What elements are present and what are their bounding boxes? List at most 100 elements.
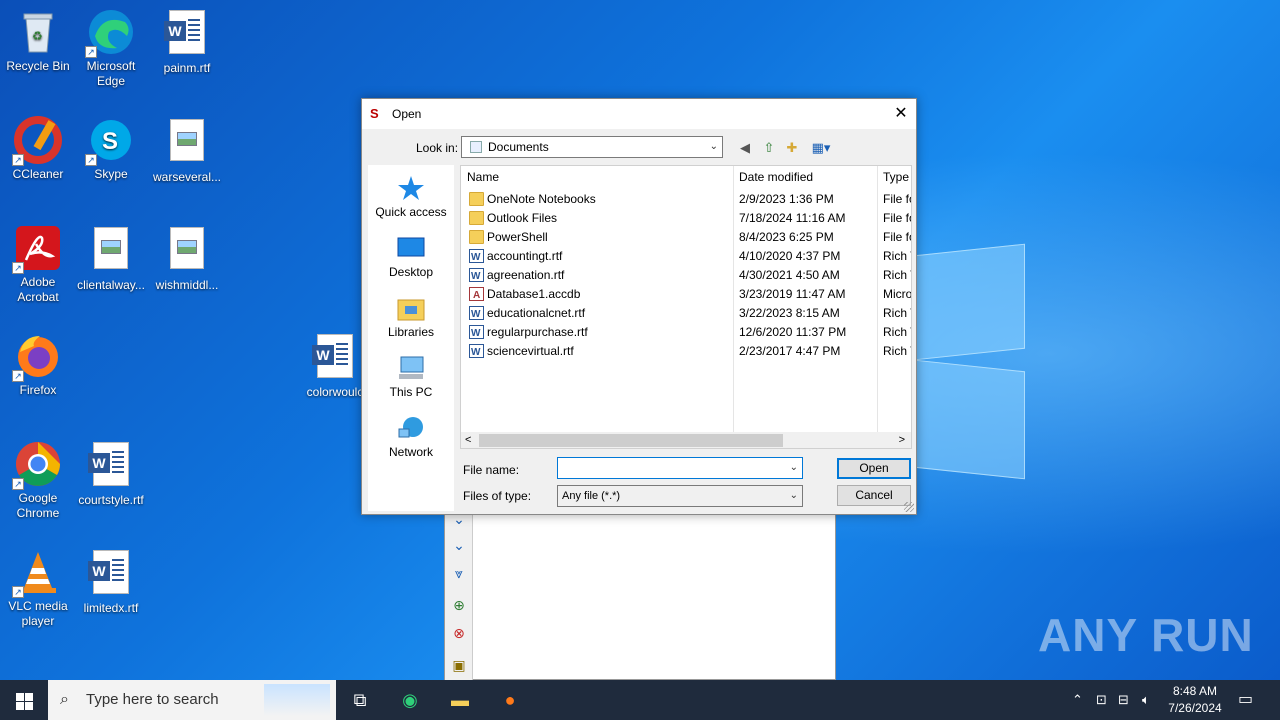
file-row[interactable]: agreenation.rtf 4/30/2021 4:50 AM Rich T xyxy=(461,266,911,286)
icon-label: CCleaner xyxy=(12,167,64,181)
place-libraries[interactable]: Libraries xyxy=(368,295,454,339)
recycle-bin-icon: ♻ xyxy=(14,8,62,56)
cancel-button[interactable]: Cancel xyxy=(837,485,911,506)
file-row[interactable]: educationalcnet.rtf 3/22/2023 8:15 AM Rich… xyxy=(461,304,911,324)
place-quick-access[interactable]: Quick access xyxy=(368,175,454,219)
desktop-icon-skype[interactable]: S ↗ Skype xyxy=(73,116,149,182)
chevron-down-icon: ⌄ xyxy=(709,141,718,152)
column-header-type[interactable]: Type xyxy=(877,166,911,188)
icon-label: courtstyle.rtf xyxy=(78,493,144,507)
sort-arrow-icon: ^ xyxy=(595,165,600,171)
file-type-dropdown[interactable]: Any file (*.*) ⌄ xyxy=(557,485,803,507)
scroll-right-icon[interactable]: > xyxy=(899,432,905,448)
start-button[interactable] xyxy=(0,680,48,720)
desktop-icon-clientalway[interactable]: clientalway... xyxy=(73,224,149,293)
up-folder-icon[interactable]: ⇧ xyxy=(759,139,779,157)
file-explorer-icon[interactable]: ▬ xyxy=(436,680,484,720)
desktop-icon-edge[interactable]: ↗ Microsoft Edge xyxy=(73,8,149,89)
file-type: Rich T xyxy=(883,268,911,282)
file-name-input[interactable]: ⌄ xyxy=(557,457,803,479)
windows-icon xyxy=(16,693,24,701)
view-menu-icon[interactable]: ▦▾ xyxy=(807,139,835,157)
volume-icon[interactable]: 🔈︎ xyxy=(1142,680,1150,720)
save-icon[interactable]: ▣ xyxy=(451,657,467,673)
file-date: 8/4/2023 6:25 PM xyxy=(739,230,834,244)
place-label: Quick access xyxy=(375,205,447,219)
clock-time: 8:48 AM xyxy=(1172,684,1218,698)
desktop-icon-firefox[interactable]: ↗ Firefox xyxy=(0,332,76,398)
chrome-icon: ↗ xyxy=(12,440,62,490)
place-network[interactable]: Network xyxy=(368,415,454,459)
desktop-icon-ccleaner[interactable]: ↗ CCleaner xyxy=(0,116,76,182)
icon-label: Microsoft Edge xyxy=(86,59,136,88)
edge-icon: ↗ xyxy=(85,8,135,58)
meet-now-icon[interactable]: ⊡ xyxy=(1096,680,1107,720)
task-view-icon[interactable]: ⧉ xyxy=(336,680,384,720)
double-chevron-down-icon[interactable]: ⩔ xyxy=(451,565,467,581)
place-this-pc[interactable]: This PC xyxy=(368,355,454,399)
file-date: 2/9/2023 1:36 PM xyxy=(739,192,834,206)
acrobat-icon: ↗ xyxy=(12,224,62,274)
add-file-icon[interactable]: ⊕ xyxy=(451,597,467,613)
look-in-dropdown[interactable]: Documents ⌄ xyxy=(461,136,723,158)
file-type: File fo xyxy=(883,211,911,225)
file-name: agreenation.rtf xyxy=(487,268,565,282)
chevron-down-icon: ⌄ xyxy=(789,490,798,501)
file-type: Rich T xyxy=(883,325,911,339)
file-type: Micro xyxy=(883,287,912,301)
resize-grip[interactable] xyxy=(904,502,914,512)
desktop-icon-recycle-bin[interactable]: ♻ Recycle Bin xyxy=(0,8,76,74)
place-desktop[interactable]: Desktop xyxy=(368,235,454,279)
taskbar-clock[interactable]: 8:48 AM 7/26/2024 xyxy=(1160,683,1230,717)
show-hidden-icons-icon[interactable]: ⌃ xyxy=(1072,680,1083,720)
delete-file-icon[interactable]: ⊗ xyxy=(451,625,467,641)
network-tray-icon[interactable]: ⊟ xyxy=(1118,680,1129,720)
scrollbar-thumb[interactable] xyxy=(479,434,783,447)
edge-taskbar-icon[interactable]: ◉ xyxy=(386,680,434,720)
file-name: accountingt.rtf xyxy=(487,249,563,263)
file-row[interactable]: Database1.accdb 3/23/2019 11:47 AM Micro xyxy=(461,285,912,305)
file-row[interactable]: Outlook Files 7/18/2024 11:16 AM File fo xyxy=(461,209,911,228)
file-row[interactable]: PowerShell 8/4/2023 6:25 PM File fo xyxy=(461,228,911,247)
scroll-left-icon[interactable]: < xyxy=(465,432,471,448)
file-date: 4/10/2020 4:37 PM xyxy=(739,249,841,263)
close-button[interactable]: ✕ xyxy=(886,99,916,129)
dialog-titlebar: S Open ✕ xyxy=(362,99,916,129)
column-header-date[interactable]: Date modified xyxy=(733,166,877,188)
desktop-icon-courtstyle[interactable]: W courtstyle.rtf xyxy=(73,440,149,508)
file-row[interactable]: sciencevirtual.rtf 2/23/2017 4:47 PM Rich … xyxy=(461,342,911,362)
horizontal-scrollbar[interactable]: < > xyxy=(461,432,911,448)
file-row[interactable]: OneNote Notebooks 2/9/2023 1:36 PM File fo xyxy=(461,190,911,209)
desktop-icon-chrome[interactable]: ↗ Google Chrome xyxy=(0,440,76,521)
desktop-icon-wishmiddl[interactable]: wishmiddl... xyxy=(149,224,225,293)
file-row[interactable]: regularpurchase.rtf 12/6/2020 11:37 PM Ric… xyxy=(461,323,911,343)
desktop-icon-vlc[interactable]: ↗ VLC media player xyxy=(0,548,76,629)
clock-date: 7/26/2024 xyxy=(1168,701,1222,715)
firefox-taskbar-icon[interactable]: ● xyxy=(486,680,534,720)
new-folder-icon[interactable]: ✚ xyxy=(782,139,802,157)
icon-label: painm.rtf xyxy=(163,61,211,75)
file-date: 3/23/2019 11:47 AM xyxy=(739,287,846,301)
chevron-down-icon[interactable]: ⌄ xyxy=(451,537,467,553)
desktop-icon-painm[interactable]: W painm.rtf xyxy=(149,8,225,76)
icon-label: clientalway... xyxy=(77,278,145,292)
desktop-icon-acrobat[interactable]: ↗ Adobe Acrobat xyxy=(0,224,76,305)
skype-icon: S ↗ xyxy=(85,116,135,166)
file-type-label: Files of type: xyxy=(463,489,532,503)
folder-icon xyxy=(469,192,484,206)
open-button[interactable]: Open xyxy=(837,458,911,479)
back-icon[interactable]: ◀ xyxy=(735,139,755,157)
icon-label: Recycle Bin xyxy=(6,59,70,73)
taskbar-search-box[interactable]: ⌕ Type here to search xyxy=(48,680,336,720)
desktop-icon-warseveral[interactable]: warseveral... xyxy=(149,116,225,185)
rtf-file-icon xyxy=(469,248,484,267)
background-toolbar: ⌄ ⌄ ⩔ ⊕ ⊗ ▣ xyxy=(445,501,473,681)
notifications-icon[interactable]: ▭ xyxy=(1238,680,1253,720)
icon-label: Skype xyxy=(94,167,128,181)
file-type: File fo xyxy=(883,230,911,244)
file-row[interactable]: accountingt.rtf 4/10/2020 4:37 PM Rich T xyxy=(461,247,911,267)
desktop-icon-limitedx[interactable]: W limitedx.rtf xyxy=(73,548,149,616)
file-list: Name ^ Date modified Type OneNote Notebo… xyxy=(460,165,912,449)
rtf-file-icon xyxy=(469,324,484,343)
image-file-icon xyxy=(87,227,135,275)
